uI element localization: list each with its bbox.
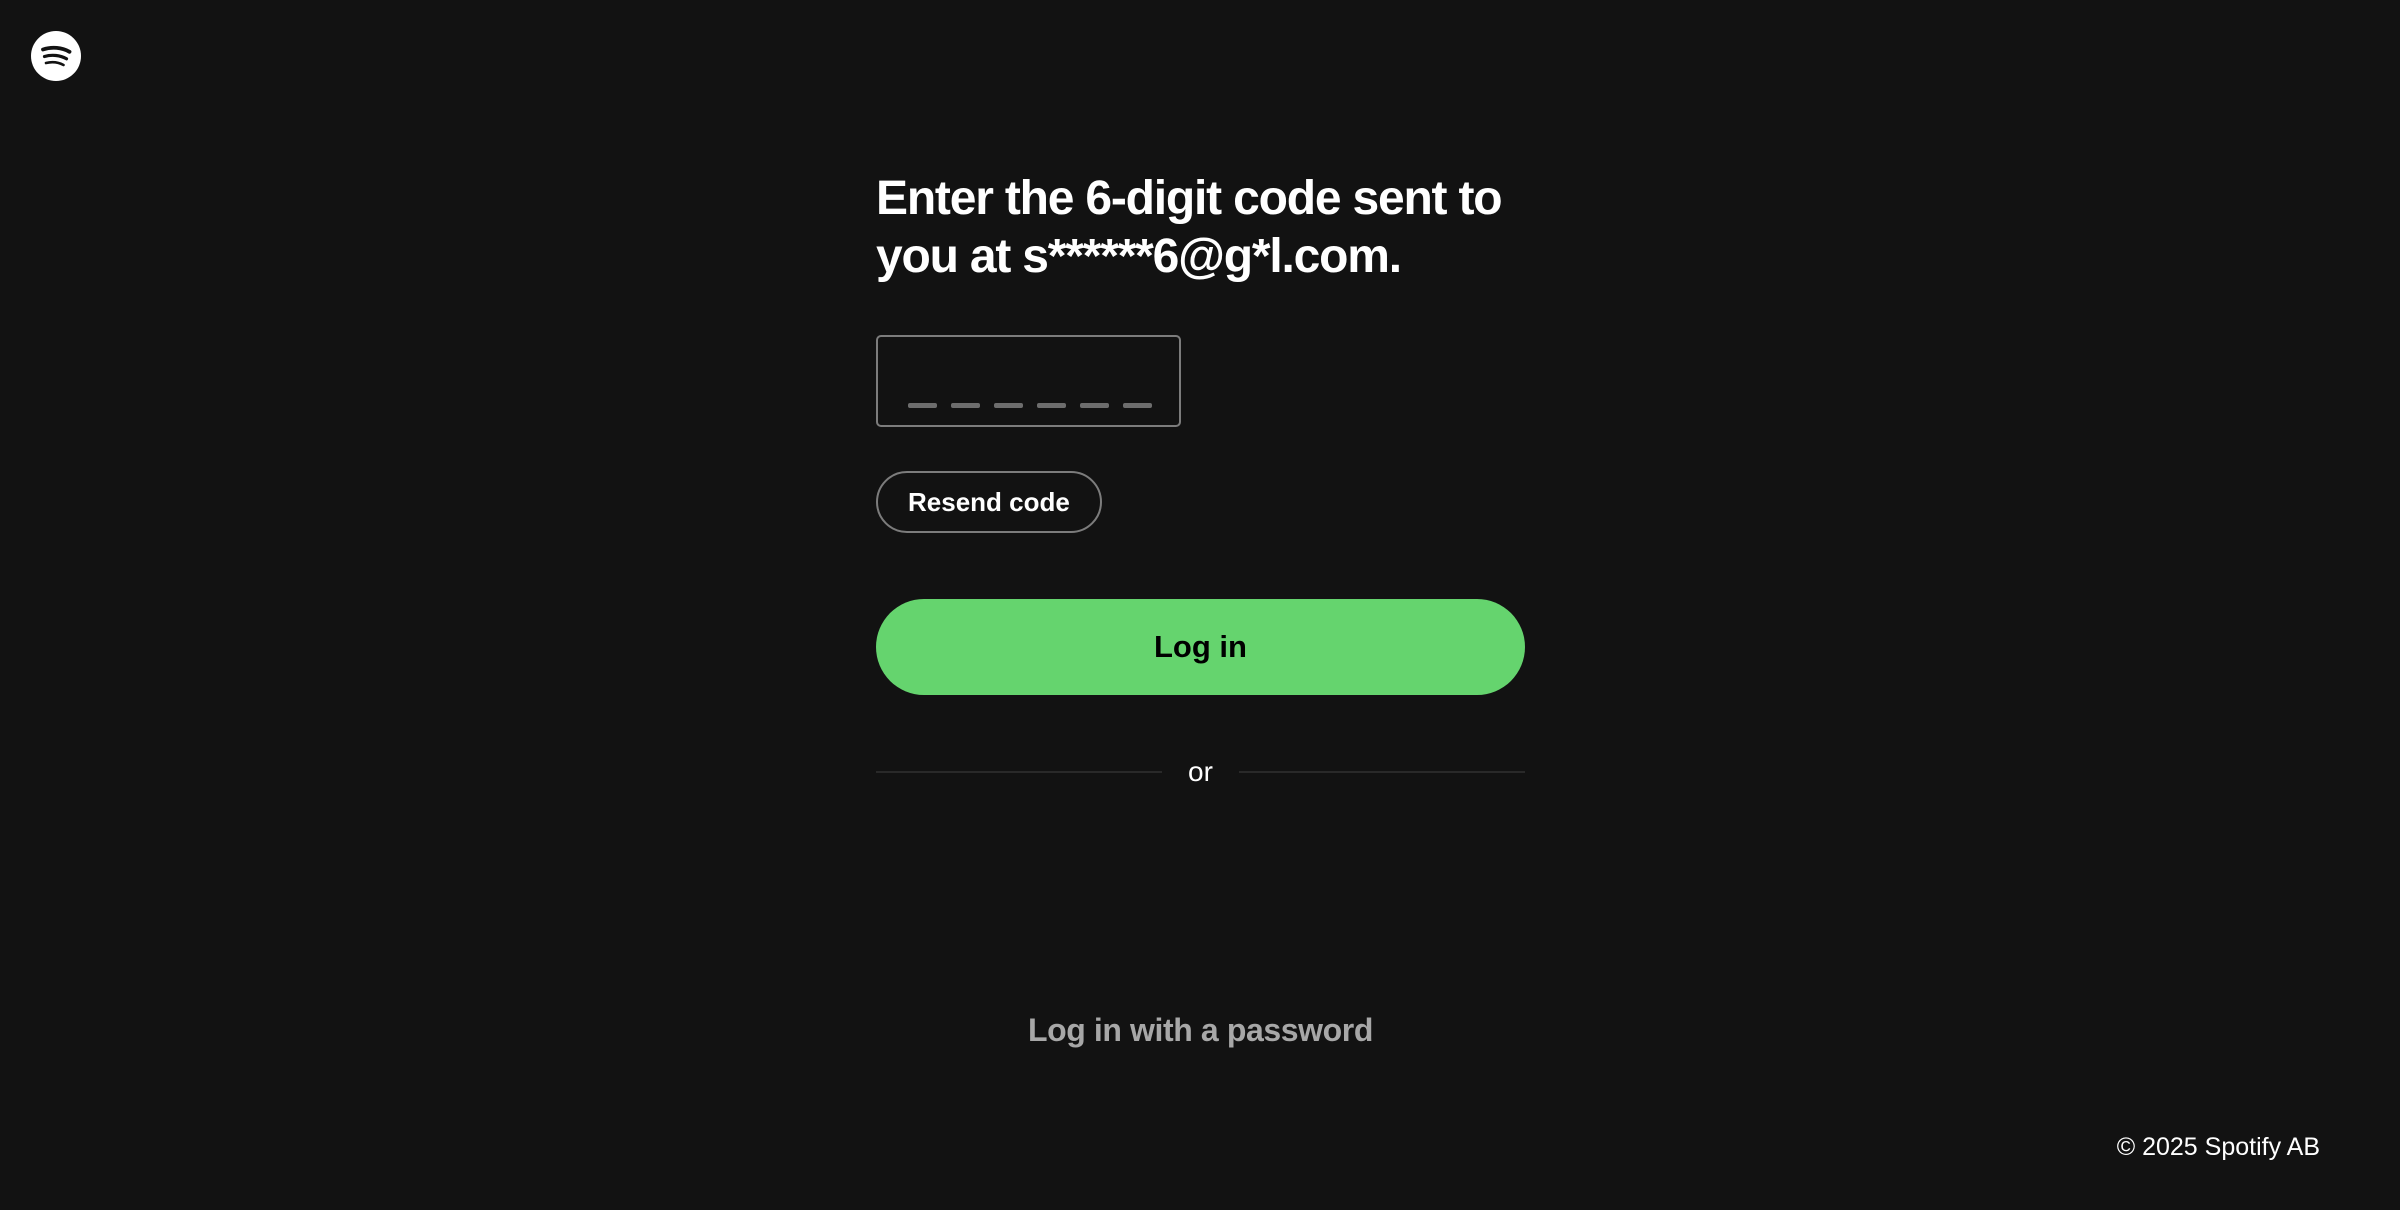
code-field[interactable] (876, 335, 1181, 427)
divider-line-right (1239, 771, 1525, 773)
spotify-logo-svg (31, 31, 81, 81)
log-in-button[interactable]: Log in (876, 599, 1525, 695)
divider-text: or (1188, 756, 1213, 787)
divider-line-left (876, 771, 1162, 773)
password-login-container: Log in with a password (876, 1012, 1525, 1049)
copyright-text: © 2025 Spotify AB (2116, 1133, 2320, 1161)
resend-code-button[interactable]: Resend code (876, 471, 1102, 533)
verify-form: Enter the 6-digit code sent to you at s*… (876, 170, 1525, 1070)
login-page: Enter the 6-digit code sent to you at s*… (0, 0, 2400, 1210)
spotify-logo-icon[interactable] (31, 31, 81, 81)
log-in-with-password-link[interactable]: Log in with a password (1028, 1012, 1373, 1048)
code-input[interactable] (908, 337, 1158, 425)
page-title: Enter the 6-digit code sent to you at s*… (876, 172, 1503, 283)
or-divider: or (876, 750, 1525, 790)
